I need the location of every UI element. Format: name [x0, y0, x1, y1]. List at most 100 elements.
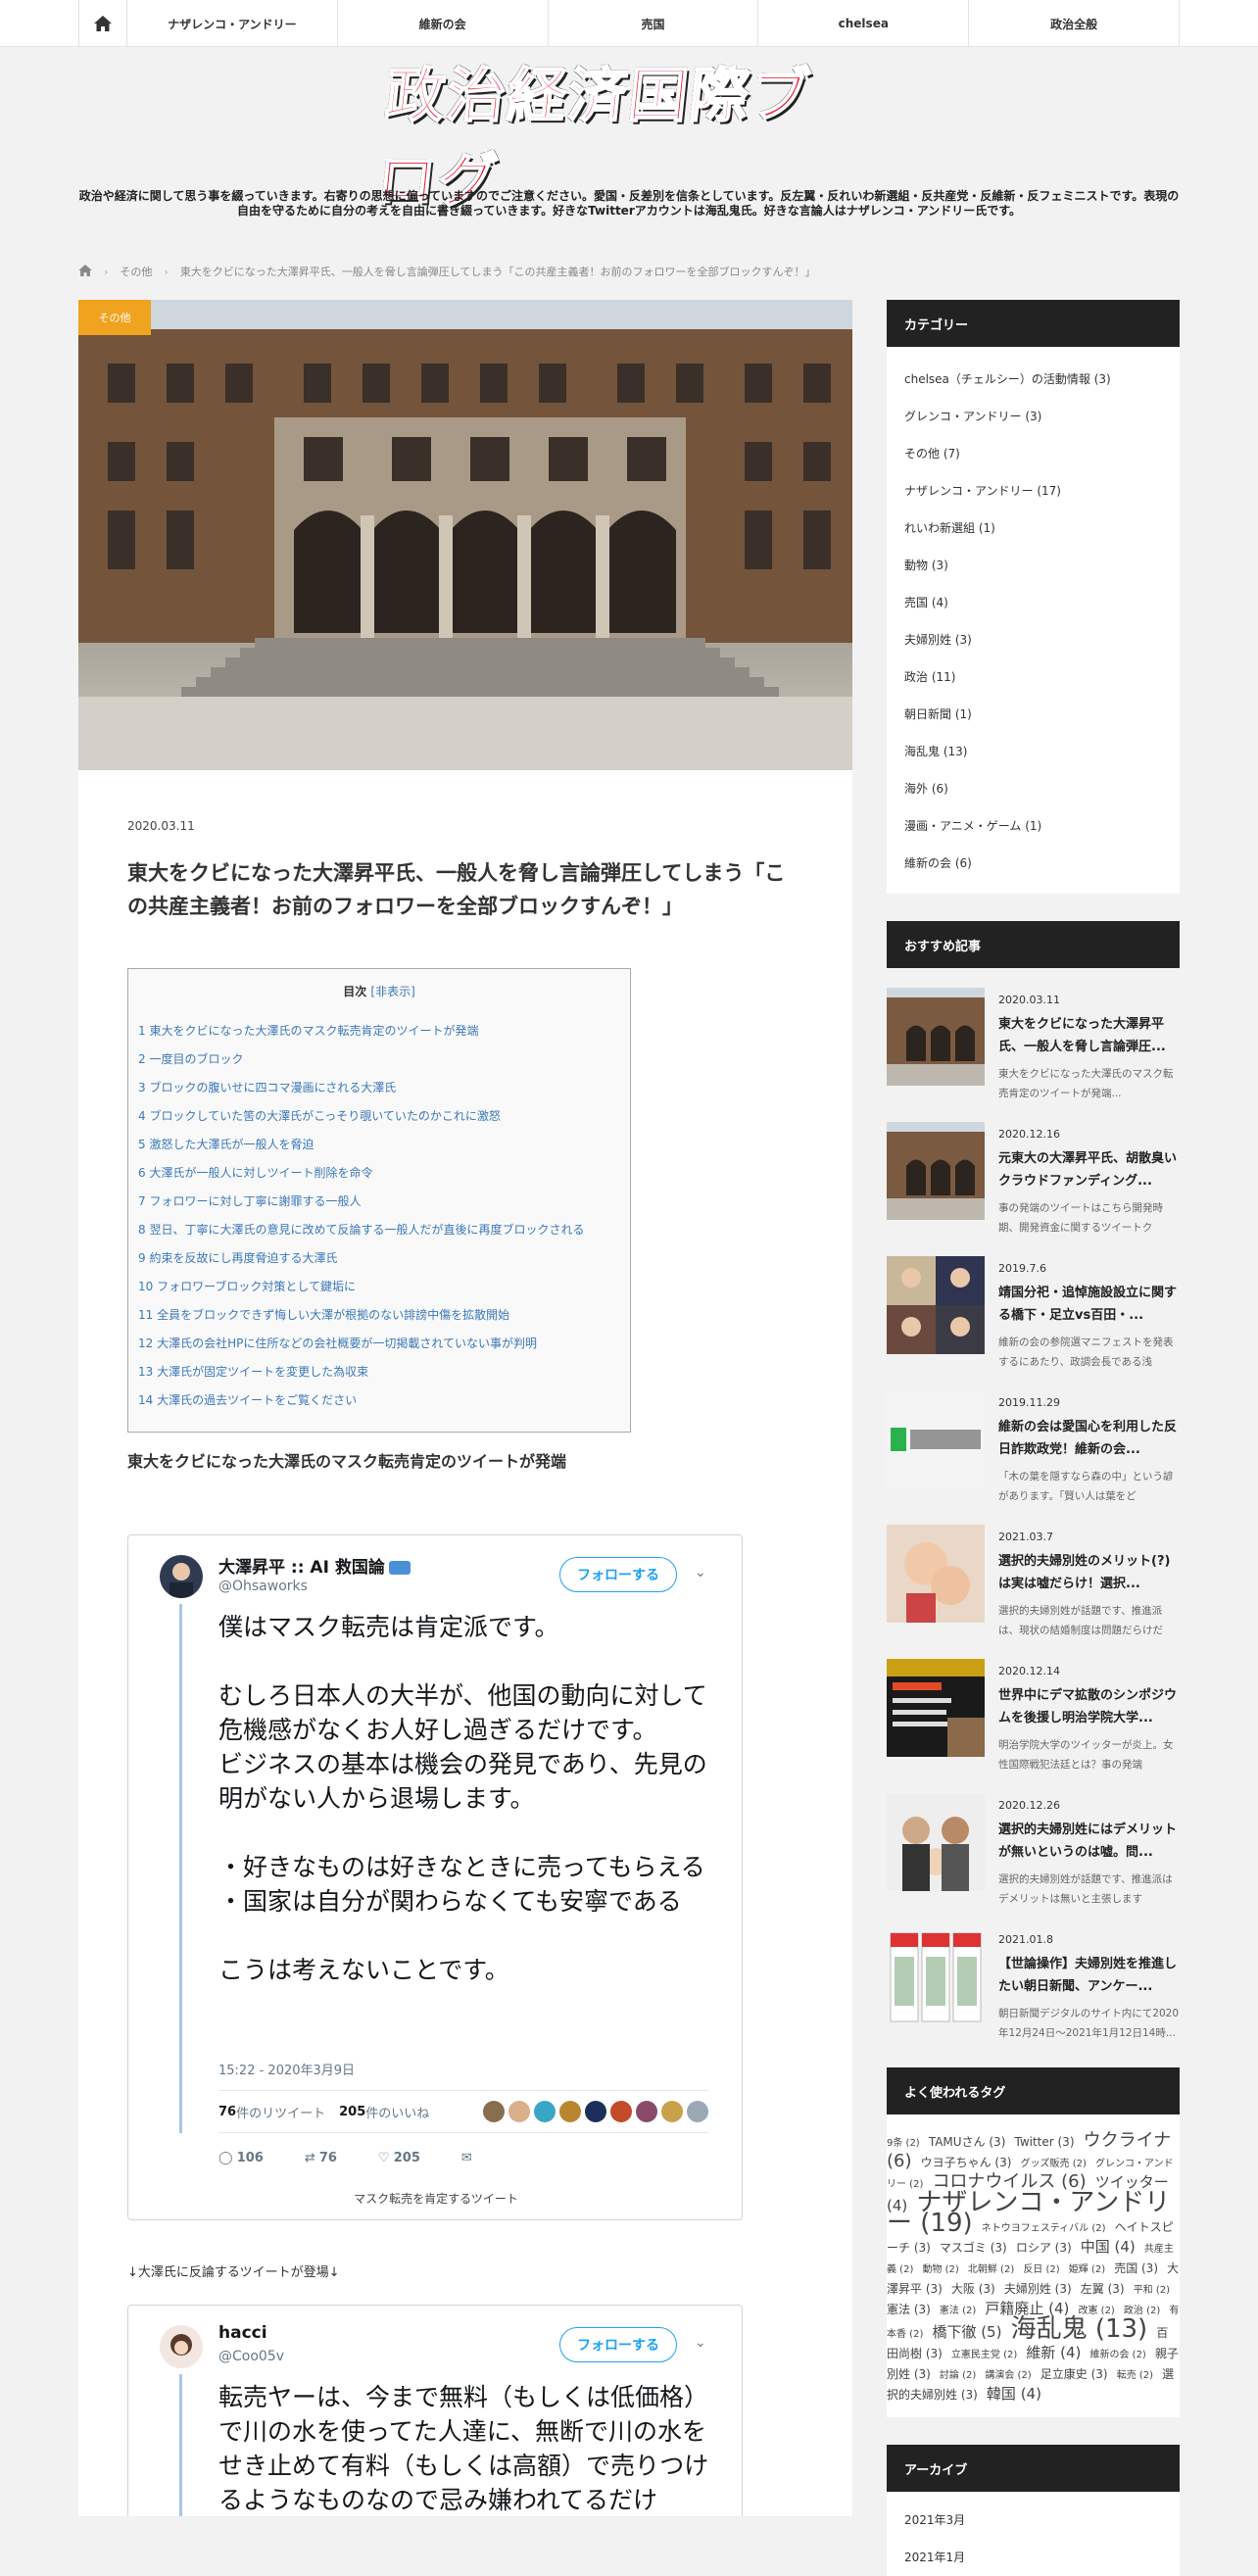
tag-link[interactable]: 講演会 (2): [985, 2370, 1031, 2381]
recommended-item[interactable]: 2021.01.8 【世論操作】夫婦別姓を推進したい朝日新聞、アンケー... 朝…: [887, 1927, 1180, 2062]
tag-link[interactable]: マスゴミ (3): [940, 2241, 1007, 2255]
recommended-thumbnail[interactable]: [887, 1390, 985, 1488]
recommended-item[interactable]: 2020.12.26 選択的夫婦別姓にはデメリットが無いというのは嘘。問... …: [887, 1793, 1180, 1927]
liker-avatars[interactable]: [479, 2101, 708, 2122]
tag-link[interactable]: 憲法 (3): [887, 2303, 931, 2316]
tag-link[interactable]: 立憲民主党 (2): [951, 2350, 1017, 2360]
share-icon[interactable]: ✉: [461, 2151, 472, 2165]
tag-link[interactable]: 左翼 (3): [1081, 2282, 1125, 2296]
category-item[interactable]: 漫画・アニメ・ゲーム (1): [904, 807, 1162, 845]
toc-item[interactable]: 11 全員をブロックできず悔しい大澤が根拠のない誹謗中傷を拡散開始: [138, 1301, 620, 1330]
toc-item[interactable]: 1 東大をクビになった大澤氏のマスク転売肯定のツイートが発端: [138, 1017, 620, 1045]
recommended-thumbnail[interactable]: [887, 1122, 985, 1220]
tag-link[interactable]: 中国 (4): [1081, 2238, 1136, 2256]
avatar[interactable]: [160, 1555, 203, 1598]
toc-item[interactable]: 2 一度目のブロック: [138, 1045, 620, 1074]
toc-item[interactable]: 9 約束を反故にし再度脅迫する大澤氏: [138, 1244, 620, 1273]
tag-link[interactable]: 動物 (2): [922, 2264, 958, 2275]
toc-item[interactable]: 10 フォロワーブロック対策として鍵垢に: [138, 1273, 620, 1301]
recommended-title-text[interactable]: 選択的夫婦別姓のメリット(?)は実は嘘だらけ！選択...: [998, 1550, 1180, 1595]
recommended-title-text[interactable]: 元東大の大澤昇平氏、胡散臭いクラウドファンディング...: [998, 1147, 1180, 1192]
tag-link[interactable]: 姫輝 (2): [1069, 2264, 1105, 2275]
category-item[interactable]: chelsea（チェルシー）の活動情報 (3): [904, 361, 1162, 398]
category-item[interactable]: 動物 (3): [904, 547, 1162, 584]
category-item[interactable]: 海外 (6): [904, 770, 1162, 807]
category-item[interactable]: れいわ新選組 (1): [904, 510, 1162, 547]
recommended-item[interactable]: 2019.7.6 靖国分祀・追悼施設設立に関する橋下・足立vs百田・... 維新…: [887, 1256, 1180, 1390]
nav-item-baikoku[interactable]: 売国: [549, 0, 759, 47]
breadcrumb-home-icon[interactable]: [78, 264, 92, 279]
chevron-down-icon[interactable]: ⌄: [695, 1565, 706, 1580]
reply-button[interactable]: ◯ 106: [218, 2151, 264, 2165]
toc-toggle[interactable]: [非表示]: [370, 985, 414, 998]
tag-link[interactable]: グッズ販売 (2): [1021, 2159, 1087, 2169]
tweet-author-handle[interactable]: @Coo05v: [218, 2349, 284, 2364]
recommended-title-text[interactable]: 靖国分祀・追悼施設設立に関する橋下・足立vs百田・...: [998, 1282, 1180, 1327]
toc-item[interactable]: 8 翌日、丁寧に大澤氏の意見に改めて反論する一般人だが直後に再度ブロックされる: [138, 1216, 620, 1244]
tweet-author-name[interactable]: hacci: [218, 2323, 267, 2343]
tag-link[interactable]: 平和 (2): [1134, 2285, 1170, 2296]
category-item[interactable]: 夫婦別姓 (3): [904, 621, 1162, 658]
category-item[interactable]: 政治 (11): [904, 658, 1162, 696]
recommended-title-text[interactable]: 維新の会は愛国心を利用した反日詐欺政党！維新の会...: [998, 1416, 1180, 1461]
like-count[interactable]: 205: [339, 2105, 365, 2119]
recommended-title-text[interactable]: 【世論操作】夫婦別姓を推進したい朝日新聞、アンケー...: [998, 1953, 1180, 1998]
toc-item[interactable]: 14 大澤氏の過去ツイートをご覧ください: [138, 1386, 620, 1415]
tag-link[interactable]: 転売 (2): [1117, 2370, 1153, 2381]
tag-link[interactable]: 討論 (2): [940, 2370, 976, 2381]
tag-link[interactable]: 9条 (2): [887, 2138, 920, 2149]
tag-link[interactable]: 橋下徹 (5): [932, 2323, 1001, 2341]
recommended-title-text[interactable]: 東大をクビになった大澤昇平氏、一般人を脅し言論弾圧...: [998, 1013, 1180, 1058]
avatar[interactable]: [160, 2325, 203, 2368]
tag-link[interactable]: ロシア (3): [1016, 2241, 1072, 2255]
toc-item[interactable]: 6 大澤氏が一般人に対しツイート削除を命令: [138, 1159, 620, 1188]
chevron-down-icon[interactable]: ⌄: [695, 2335, 706, 2351]
tag-link[interactable]: 北朝鮮 (2): [968, 2264, 1014, 2275]
nav-item-nazarenko[interactable]: ナザレンコ・アンドリー: [127, 0, 338, 47]
recommended-item[interactable]: 2020.03.11 東大をクビになった大澤昇平氏、一般人を脅し言論弾圧... …: [887, 988, 1180, 1122]
recommended-item[interactable]: 2019.11.29 維新の会は愛国心を利用した反日詐欺政党！維新の会... 「…: [887, 1390, 1180, 1525]
category-tag[interactable]: その他: [78, 300, 151, 335]
recommended-item[interactable]: 2020.12.14 世界中にデマ拡散のシンポジウムを後援し明治学院大学... …: [887, 1659, 1180, 1793]
toc-item[interactable]: 5 激怒した大澤氏が一般人を脅迫: [138, 1131, 620, 1159]
recommended-thumbnail[interactable]: [887, 1927, 985, 2025]
category-item[interactable]: ナザレンコ・アンドリー (17): [904, 472, 1162, 510]
recommended-thumbnail[interactable]: [887, 988, 985, 1086]
category-item[interactable]: 朝日新聞 (1): [904, 696, 1162, 733]
tag-link[interactable]: 反日 (2): [1023, 2264, 1059, 2275]
nav-item-chelsea[interactable]: chelsea: [758, 0, 970, 47]
tweet-author-name[interactable]: 大澤昇平 :: AI 救国論: [218, 1553, 411, 1578]
tweet-timestamp[interactable]: 15:22 - 2020年3月9日: [218, 2060, 355, 2078]
tweet-author-handle[interactable]: @Ohsaworks: [218, 1579, 308, 1594]
recommended-thumbnail[interactable]: [887, 1256, 985, 1354]
tag-link[interactable]: 海乱鬼 (13): [1011, 2314, 1148, 2344]
recommended-title-text[interactable]: 世界中にデマ拡散のシンポジウムを後援し明治学院大学...: [998, 1684, 1180, 1729]
category-item[interactable]: 海乱鬼 (13): [904, 733, 1162, 770]
follow-button[interactable]: フォローする: [559, 1557, 677, 1592]
category-item[interactable]: 維新の会 (6): [904, 845, 1162, 882]
tag-link[interactable]: 維新の会 (2): [1089, 2350, 1145, 2360]
home-icon[interactable]: [78, 0, 127, 47]
recommended-thumbnail[interactable]: [887, 1525, 985, 1623]
toc-item[interactable]: 12 大澤氏の会社HPに住所などの会社概要が一切掲載されていない事が判明: [138, 1330, 620, 1358]
tag-link[interactable]: 大阪 (3): [951, 2282, 995, 2296]
breadcrumb-category[interactable]: その他: [120, 264, 152, 279]
category-item[interactable]: グレンコ・アンドリー (3): [904, 398, 1162, 435]
archive-item[interactable]: 2021年1月: [887, 2539, 1180, 2576]
toc-item[interactable]: 4 ブロックしていた筈の大澤氏がこっそり覗いていたのかこれに激怒: [138, 1102, 620, 1131]
follow-button[interactable]: フォローする: [559, 2327, 677, 2362]
category-item[interactable]: その他 (7): [904, 435, 1162, 472]
category-item[interactable]: 売国 (4): [904, 584, 1162, 621]
toc-item[interactable]: 7 フォロワーに対し丁寧に謝罪する一般人: [138, 1188, 620, 1216]
tag-link[interactable]: 憲法 (2): [940, 2306, 976, 2316]
nav-item-politics[interactable]: 政治全般: [969, 0, 1181, 47]
retweet-count[interactable]: 76: [218, 2105, 236, 2119]
tag-link[interactable]: 夫婦別姓 (3): [1004, 2282, 1072, 2296]
recommended-thumbnail[interactable]: [887, 1793, 985, 1891]
site-logo[interactable]: 政治経済国際ブログ: [372, 61, 823, 217]
tag-link[interactable]: 足立康史 (3): [1040, 2367, 1108, 2381]
nav-item-ishin[interactable]: 維新の会: [338, 0, 549, 47]
tag-link[interactable]: TAMUさん (3): [929, 2135, 1006, 2149]
recommended-item[interactable]: 2021.03.7 選択的夫婦別姓のメリット(?)は実は嘘だらけ！選択... 選…: [887, 1525, 1180, 1659]
retweet-button[interactable]: ⇄ 76: [305, 2151, 337, 2165]
